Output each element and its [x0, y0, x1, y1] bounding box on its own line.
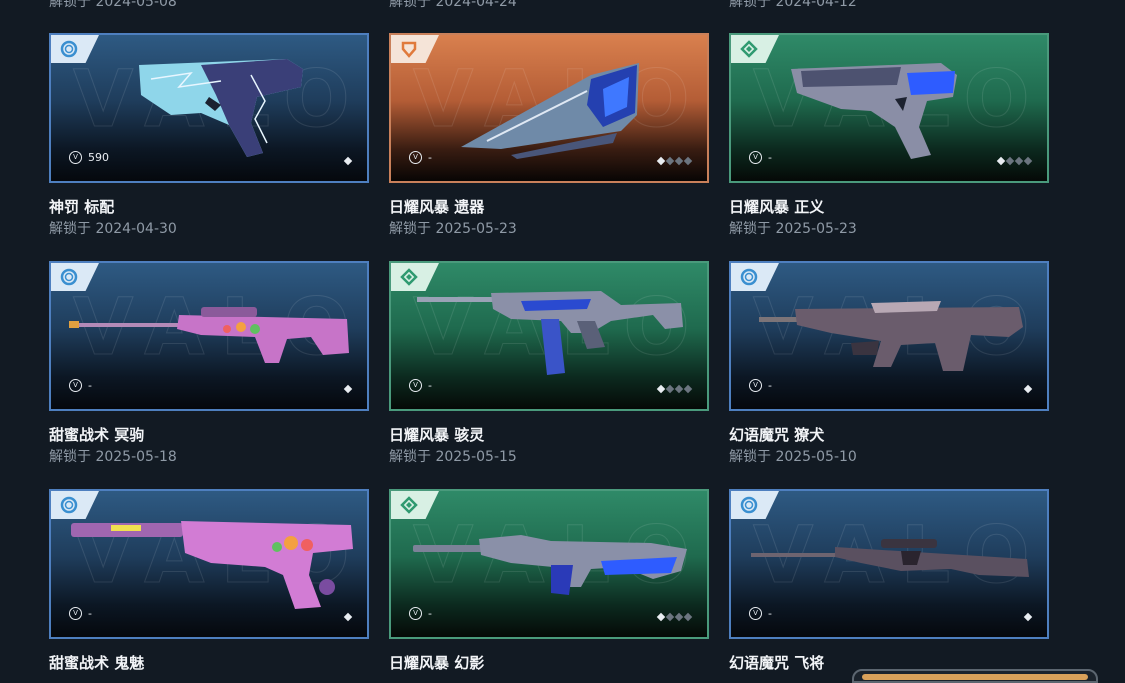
skin-name: 神罚 标配 — [49, 198, 115, 216]
upgrade-levels — [343, 612, 353, 622]
price-tag: V- — [749, 607, 772, 620]
price-tag: V- — [749, 151, 772, 164]
price-value: - — [768, 607, 772, 620]
skin-name: 甜蜜战术 鬼魅 — [49, 654, 145, 672]
unlock-date: 解锁于 2025-05-23 — [389, 221, 517, 237]
unlock-date: 解锁于 2024-05-08 — [49, 0, 177, 10]
upgrade-levels — [656, 384, 693, 394]
valorant-points-icon: V — [749, 607, 762, 620]
upgrade-levels — [656, 156, 693, 166]
valorant-points-icon: V — [69, 151, 82, 164]
unlock-date: 解锁于 2025-05-18 — [49, 449, 177, 465]
valorant-points-icon: V — [749, 379, 762, 392]
level-diamond-icon — [674, 384, 684, 394]
skin-name: 日耀风暴 幻影 — [389, 654, 485, 672]
level-diamond-icon — [665, 156, 675, 166]
skin-card[interactable]: VALO V- — [389, 489, 709, 639]
level-diamond-icon — [674, 612, 684, 622]
upgrade-levels — [1023, 384, 1033, 394]
price-tag: V- — [409, 151, 432, 164]
skin-card[interactable]: VALO V- — [49, 489, 369, 639]
valorant-points-icon: V — [409, 607, 422, 620]
level-diamond-icon — [996, 156, 1006, 166]
price-tag: V- — [69, 607, 92, 620]
level-diamond-icon — [343, 156, 353, 166]
skin-name: 日耀风暴 遗器 — [389, 198, 485, 216]
level-diamond-icon — [1023, 384, 1033, 394]
level-diamond-icon — [665, 384, 675, 394]
level-diamond-icon — [656, 612, 666, 622]
level-diamond-icon — [1023, 612, 1033, 622]
level-diamond-icon — [656, 156, 666, 166]
skin-card[interactable]: VALO V- — [389, 261, 709, 411]
skin-card[interactable]: VALO V590 — [49, 33, 369, 183]
level-diamond-icon — [343, 384, 353, 394]
previous-row-dates: 解锁于 2024-05-08 解锁于 2024-04-24 解锁于 2024-0… — [0, 0, 1125, 11]
level-diamond-icon — [343, 612, 353, 622]
level-diamond-icon — [1005, 156, 1015, 166]
level-diamond-icon — [674, 156, 684, 166]
bottom-bar-fill — [862, 674, 1088, 680]
level-diamond-icon — [683, 156, 693, 166]
upgrade-levels — [656, 612, 693, 622]
price-value: 590 — [88, 151, 109, 164]
price-tag: V- — [749, 379, 772, 392]
level-diamond-icon — [1014, 156, 1024, 166]
sniper-rifle-image — [69, 307, 349, 363]
skin-card[interactable]: VALO V- — [729, 489, 1049, 639]
price-value: - — [768, 379, 772, 392]
skin-card[interactable]: VALO V- — [49, 261, 369, 411]
price-tag: V- — [69, 379, 92, 392]
level-diamond-icon — [665, 612, 675, 622]
valorant-points-icon: V — [749, 151, 762, 164]
level-diamond-icon — [1023, 156, 1033, 166]
pistol-image — [71, 521, 353, 609]
level-diamond-icon — [683, 384, 693, 394]
unlock-date: 解锁于 2025-05-15 — [389, 449, 517, 465]
price-value: - — [428, 607, 432, 620]
price-tag: V 590 — [69, 151, 109, 164]
unlock-date: 解锁于 2024-04-24 — [389, 0, 517, 10]
price-value: - — [428, 151, 432, 164]
bottom-action-bar[interactable] — [852, 669, 1098, 683]
level-diamond-icon — [656, 384, 666, 394]
skin-card[interactable]: VALO V- — [729, 33, 1049, 183]
skin-card[interactable]: VALO V- — [389, 33, 709, 183]
unlock-date: 解锁于 2024-04-12 — [729, 0, 857, 10]
price-value: - — [88, 607, 92, 620]
upgrade-levels — [343, 384, 353, 394]
skin-name: 日耀风暴 骇灵 — [389, 426, 485, 444]
skin-name: 幻语魔咒 飞将 — [729, 654, 825, 672]
valorant-points-icon: V — [69, 607, 82, 620]
skin-name: 日耀风暴 正义 — [729, 198, 825, 216]
skin-card[interactable]: VALO V- — [729, 261, 1049, 411]
sniper-rifle-image — [751, 539, 1029, 577]
price-value: - — [428, 379, 432, 392]
skin-name: 甜蜜战术 冥驹 — [49, 426, 145, 444]
upgrade-levels — [1023, 612, 1033, 622]
valorant-points-icon: V — [69, 379, 82, 392]
upgrade-levels — [996, 156, 1033, 166]
skin-name: 幻语魔咒 獠犬 — [729, 426, 825, 444]
valorant-points-icon: V — [409, 379, 422, 392]
price-tag: V- — [409, 607, 432, 620]
upgrade-levels — [343, 156, 353, 166]
valorant-points-icon: V — [409, 151, 422, 164]
level-diamond-icon — [683, 612, 693, 622]
price-tag: V- — [409, 379, 432, 392]
unlock-date: 解锁于 2025-05-10 — [729, 449, 857, 465]
price-value: - — [768, 151, 772, 164]
unlock-date: 解锁于 2024-04-30 — [49, 221, 177, 237]
rifle-image — [759, 301, 1023, 371]
unlock-date: 解锁于 2025-05-23 — [729, 221, 857, 237]
price-value: - — [88, 379, 92, 392]
